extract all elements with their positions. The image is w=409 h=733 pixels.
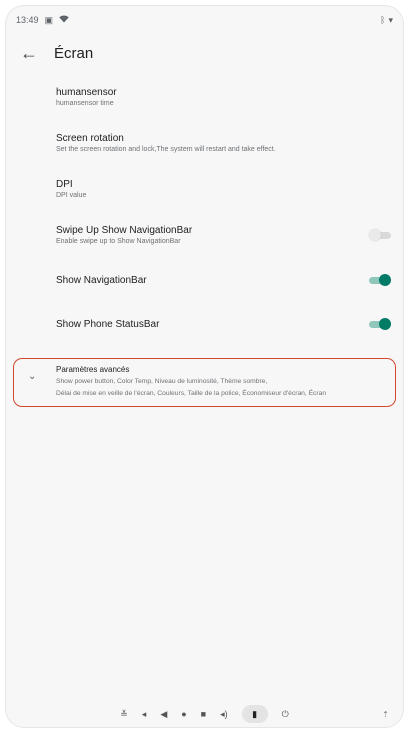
status-bar: 13:49 ▣ ᛒ ▾ bbox=[6, 6, 403, 34]
device-screen: 13:49 ▣ ᛒ ▾ ← Écran humansensor humansen… bbox=[6, 6, 403, 727]
arrow-left-icon: ← bbox=[20, 42, 38, 63]
show-statusbar-toggle[interactable] bbox=[369, 318, 391, 330]
page-title: Écran bbox=[54, 44, 94, 62]
toggle-thumb bbox=[369, 229, 381, 241]
setting-humansensor[interactable]: humansensor humansensor time bbox=[6, 74, 403, 120]
setting-screen-rotation[interactable]: Screen rotation Set the screen rotation … bbox=[6, 120, 403, 166]
setting-title: DPI bbox=[56, 179, 73, 190]
navigation-bar: ≚ ◂ ◀ ● ■ ◂) ▮ ⏻ ⇡ bbox=[6, 701, 403, 727]
setting-subtitle: Set the screen rotation and lock,The sys… bbox=[56, 146, 276, 153]
bluetooth-icon: ᛒ bbox=[380, 15, 386, 25]
advanced-settings[interactable]: ⌄ Paramètres avancés Show power button, … bbox=[13, 358, 396, 408]
app-bar: ← Écran bbox=[6, 34, 403, 72]
advanced-summary-line2: Délai de mise en veille de l'écran, Coul… bbox=[56, 390, 327, 398]
toggle-thumb bbox=[379, 318, 391, 330]
setting-dpi[interactable]: DPI DPI value bbox=[6, 166, 403, 212]
signal-icon: ▾ bbox=[388, 14, 393, 25]
settings-list: humansensor humansensor time Screen rota… bbox=[6, 74, 403, 408]
advanced-title: Paramètres avancés bbox=[56, 365, 130, 374]
setting-subtitle: Enable swipe up to Show NavigationBar bbox=[56, 238, 181, 245]
advanced-summary-line1: Show power button, Color Temp, Niveau de… bbox=[56, 378, 268, 385]
setting-subtitle: humansensor time bbox=[56, 100, 114, 107]
setting-show-navbar[interactable]: Show NavigationBar bbox=[6, 258, 403, 302]
setting-title: Show NavigationBar bbox=[56, 274, 147, 286]
swipe-up-navbar-toggle[interactable] bbox=[369, 229, 391, 241]
show-navbar-toggle[interactable] bbox=[369, 274, 391, 286]
setting-swipe-up-navbar[interactable]: Swipe Up Show NavigationBar Enable swipe… bbox=[6, 212, 403, 258]
back-icon[interactable]: ◀ bbox=[160, 709, 167, 720]
setting-title: Screen rotation bbox=[56, 133, 124, 144]
notification-icon: ▣ bbox=[44, 14, 54, 25]
wifi-icon bbox=[59, 15, 69, 25]
volume-down-icon[interactable]: ◂ bbox=[142, 709, 147, 720]
recents-icon[interactable]: ■ bbox=[201, 709, 206, 719]
toggle-thumb bbox=[379, 274, 391, 286]
power-icon[interactable]: ⏻ bbox=[282, 709, 289, 720]
status-time: 13:49 bbox=[16, 15, 39, 25]
home-icon[interactable]: ● bbox=[181, 709, 186, 719]
setting-title: Show Phone StatusBar bbox=[56, 318, 160, 330]
setting-show-statusbar[interactable]: Show Phone StatusBar bbox=[6, 302, 403, 346]
setting-subtitle: DPI value bbox=[56, 192, 87, 199]
gesture-icon[interactable]: ⇡ bbox=[382, 710, 389, 719]
back-button[interactable]: ← bbox=[16, 40, 42, 66]
collapse-icon[interactable]: ≚ bbox=[120, 709, 128, 720]
setting-title: humansensor bbox=[56, 87, 117, 98]
volume-up-icon[interactable]: ◂) bbox=[220, 709, 228, 720]
chevron-down-icon: ⌄ bbox=[28, 371, 37, 382]
screenshot-icon[interactable]: ▮ bbox=[241, 705, 268, 723]
setting-title: Swipe Up Show NavigationBar bbox=[56, 225, 193, 236]
